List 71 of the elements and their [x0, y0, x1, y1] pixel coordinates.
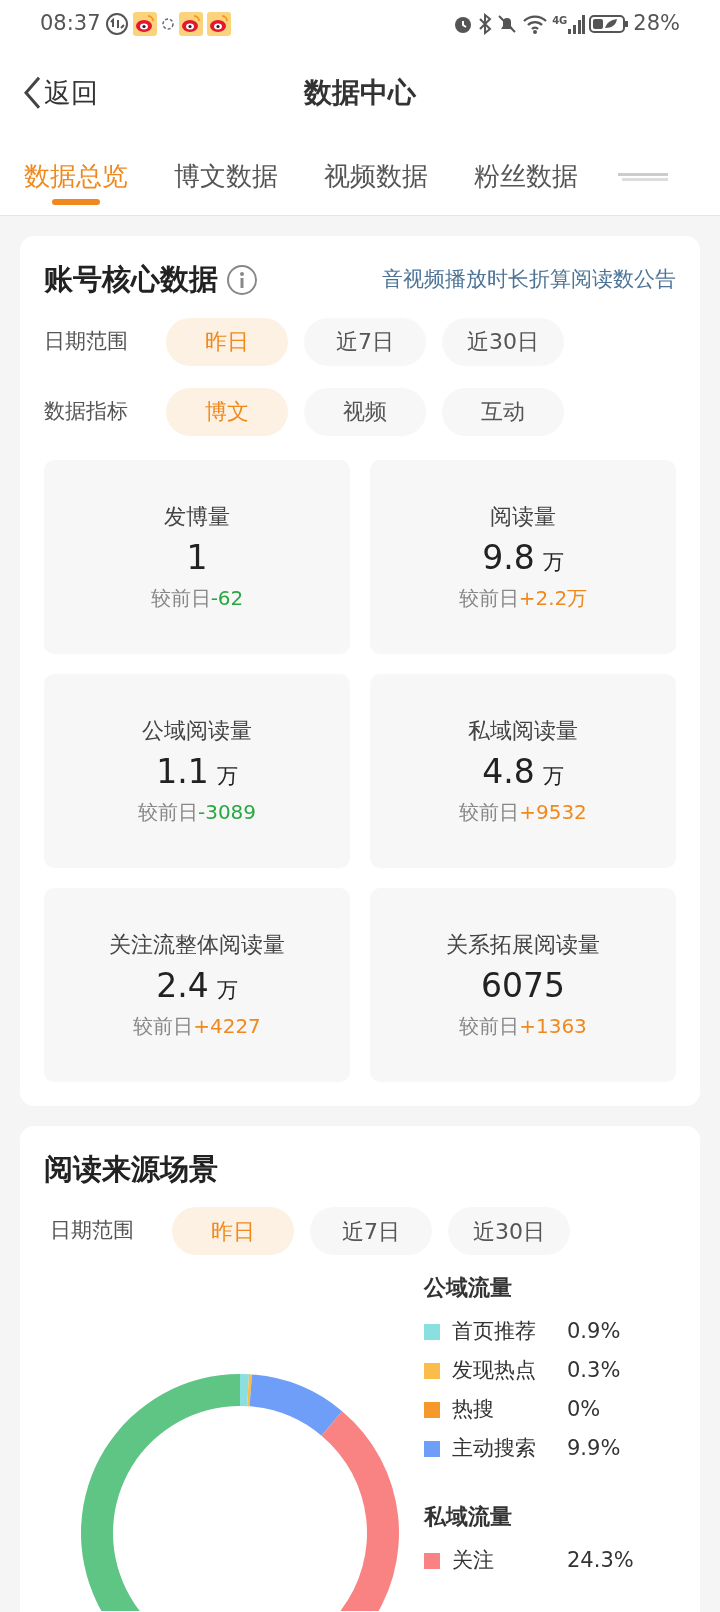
legend-label: 热搜	[452, 1395, 495, 1423]
metric-name: 关系拓展阅读量	[446, 930, 600, 959]
compare-label: 较前日	[133, 1013, 194, 1041]
legend-value: 0.3%	[567, 1356, 621, 1384]
sync-icon	[104, 12, 129, 36]
filter-chip[interactable]: 近30日	[448, 1207, 570, 1255]
metric-number: 1	[186, 537, 208, 577]
metric-number: 9.8	[482, 537, 535, 577]
back-icon	[22, 75, 42, 111]
metric-name: 公域阅读量	[142, 716, 252, 745]
metric-delta: +4227	[193, 1013, 261, 1041]
metric-delta: -3089	[197, 799, 257, 827]
compare-label: 较前日	[137, 799, 198, 827]
metric-name: 发博量	[164, 502, 230, 531]
filter-chip[interactable]: 近30日	[442, 317, 564, 366]
metric-number: 6075	[481, 965, 565, 1005]
legend-label: 首页推荐	[452, 1317, 537, 1345]
metric-delta: -62	[210, 585, 244, 613]
filter-label: 数据指标	[44, 397, 129, 425]
back-button[interactable]: 返回	[22, 72, 98, 114]
page-title: 数据中心	[304, 75, 416, 111]
metric-delta: +9532	[519, 799, 587, 827]
metric-unit: 万	[542, 549, 564, 574]
legend-value: 9.9%	[567, 1434, 621, 1462]
compare-label: 较前日	[459, 1013, 520, 1041]
legend-value: 0.9%	[567, 1317, 621, 1345]
metric-unit: 万	[542, 763, 564, 788]
bluetooth-icon	[478, 13, 493, 35]
app-notification-icon	[206, 12, 231, 36]
signal-icon	[567, 13, 586, 35]
tab[interactable]: 粉丝数据	[474, 138, 578, 215]
metric-number: 2.4	[156, 965, 209, 1005]
network-label: 4G	[552, 14, 568, 28]
legend-group-title: 私域流量	[424, 1503, 513, 1531]
metric-number: 1.1	[156, 751, 209, 791]
legend-value: 0%	[567, 1395, 601, 1423]
legend-label: 关注	[452, 1546, 495, 1574]
filter-chip[interactable]: 视频	[304, 387, 426, 436]
filter-chip[interactable]: 互动	[442, 387, 564, 436]
compare-label: 较前日	[459, 799, 520, 827]
wifi-icon	[522, 13, 549, 35]
app-notification-icon	[132, 12, 157, 36]
filter-label: 日期范围	[50, 1217, 135, 1245]
metric-delta: +1363	[519, 1013, 587, 1041]
legend-value: 24.3%	[567, 1546, 634, 1574]
metric-unit: 万	[216, 977, 238, 1002]
metric-delta: +2.2万	[518, 585, 588, 613]
section-title: 阅读来源场景	[44, 1150, 219, 1188]
tab[interactable]: 视频数据	[324, 138, 428, 215]
filter-chip[interactable]: 近7日	[304, 317, 426, 366]
status-time: 08:37	[40, 10, 101, 38]
metric-name: 阅读量	[490, 502, 556, 531]
legend-group-title: 公域流量	[424, 1274, 513, 1302]
metric-name: 私域阅读量	[468, 716, 578, 745]
legend-label: 主动搜索	[452, 1434, 537, 1462]
announcement-link[interactable]: 音视频播放时长折算阅读数公告	[382, 264, 676, 296]
metric-unit: 万	[216, 763, 238, 788]
filter-label: 日期范围	[44, 327, 129, 355]
compare-label: 较前日	[150, 585, 211, 613]
app-notification-icon	[178, 12, 203, 36]
filter-chip[interactable]: 近7日	[310, 1207, 432, 1255]
tab[interactable]: 博文数据	[174, 138, 278, 215]
legend-label: 发现热点	[452, 1356, 537, 1384]
battery-percent: 28%	[633, 10, 680, 38]
compare-label: 较前日	[458, 585, 519, 613]
metric-number: 4.8	[482, 751, 535, 791]
spinner-icon	[160, 17, 175, 31]
battery-icon	[589, 13, 630, 35]
section-title: 账号核心数据	[44, 261, 218, 298]
info-icon	[226, 263, 258, 296]
metric-name: 关注流整体阅读量	[109, 930, 285, 959]
